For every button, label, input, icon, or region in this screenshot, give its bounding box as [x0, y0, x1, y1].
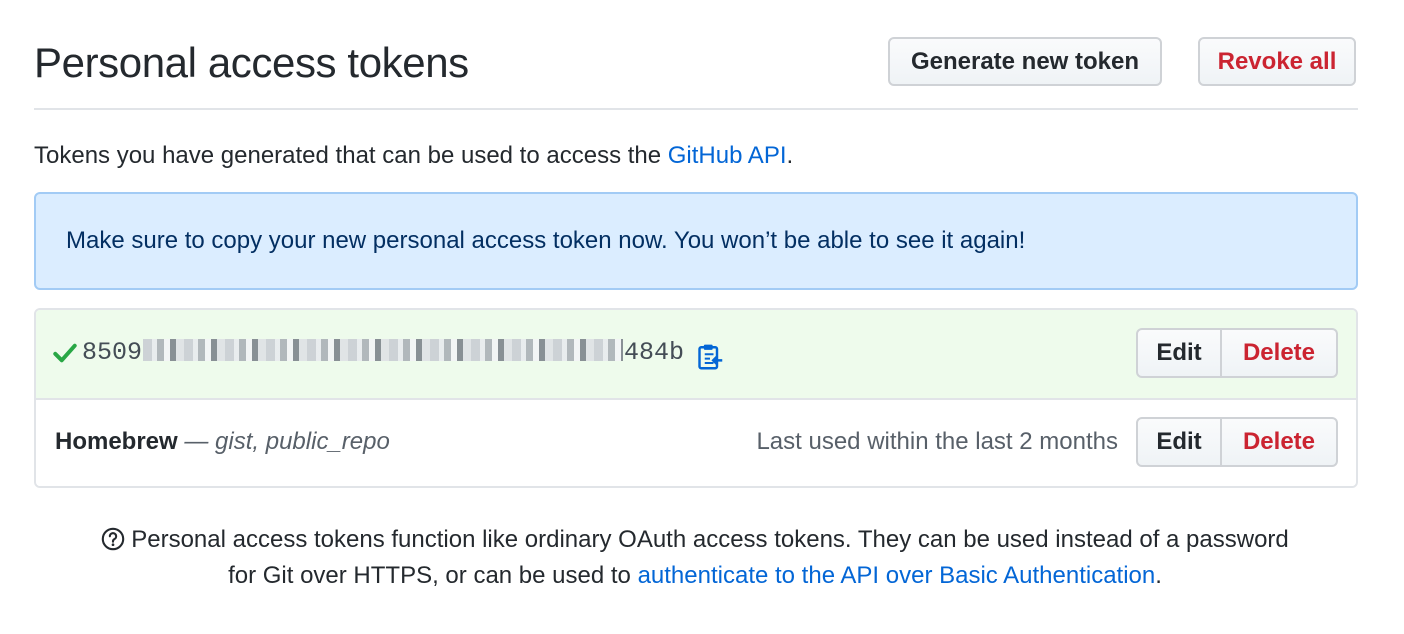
- basic-auth-link[interactable]: authenticate to the API over Basic Authe…: [638, 562, 1156, 589]
- delete-token-button[interactable]: Delete: [1222, 417, 1338, 467]
- flash-notice: Make sure to copy your new personal acce…: [34, 192, 1358, 290]
- new-token-actions: Edit Delete: [1136, 328, 1338, 378]
- token-name[interactable]: Homebrew: [55, 428, 178, 455]
- intro-label: Tokens you have generated that can be us…: [34, 142, 668, 169]
- delete-token-button[interactable]: Delete: [1222, 328, 1338, 378]
- help-line-1: Personal access tokens function like ord…: [0, 522, 1390, 558]
- intro-text: Tokens you have generated that can be us…: [34, 140, 793, 172]
- question-icon: [101, 527, 125, 551]
- revoke-all-button[interactable]: Revoke all: [1198, 37, 1356, 86]
- last-used-text: Last used within the last 2 months: [756, 428, 1118, 455]
- intro-suffix: .: [786, 142, 794, 169]
- help-text-2: for Git over HTTPS, or can be used to: [228, 562, 638, 589]
- token-redacted-mask: [143, 339, 624, 362]
- new-token-row: 8509 484b Edit Delete: [36, 310, 1356, 400]
- github-api-link[interactable]: GitHub API: [668, 142, 787, 169]
- edit-token-button[interactable]: Edit: [1136, 328, 1222, 378]
- check-icon: [53, 343, 77, 363]
- token-suffix: 484b: [624, 338, 685, 367]
- help-suffix: .: [1155, 562, 1162, 589]
- help-footer: Personal access tokens function like ord…: [0, 522, 1390, 594]
- token-scopes: gist, public_repo: [215, 428, 390, 455]
- header-divider: [34, 108, 1358, 110]
- token-row-homebrew: Homebrew — gist, public_repo Last used w…: [36, 400, 1356, 486]
- token-separator: —: [177, 428, 216, 455]
- token-description: Homebrew — gist, public_repo: [55, 426, 390, 458]
- generate-new-token-button[interactable]: Generate new token: [888, 37, 1162, 86]
- token-prefix: 8509: [82, 338, 143, 367]
- token-value[interactable]: 8509 484b: [82, 336, 684, 370]
- help-line-2: for Git over HTTPS, or can be used to au…: [0, 558, 1390, 594]
- clipboard-icon[interactable]: [696, 342, 724, 370]
- page-title: Personal access tokens: [34, 39, 469, 86]
- flash-message: Make sure to copy your new personal acce…: [66, 227, 1026, 254]
- edit-token-button[interactable]: Edit: [1136, 417, 1222, 467]
- homebrew-token-actions: Edit Delete: [1136, 417, 1338, 467]
- token-list: 8509 484b Edit Delete Homebrew — gist, pu…: [34, 308, 1358, 488]
- help-text-1: Personal access tokens function like ord…: [131, 526, 1289, 553]
